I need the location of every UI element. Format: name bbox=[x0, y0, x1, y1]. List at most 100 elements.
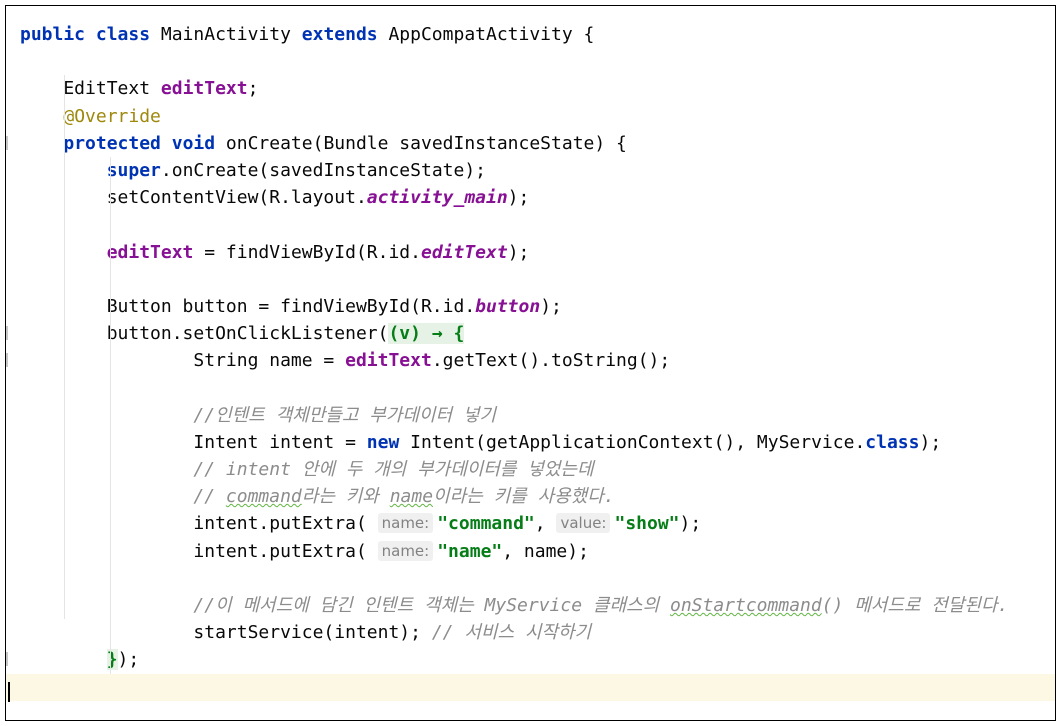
code-editor[interactable]: public class MainActivity extends AppCom… bbox=[5, 5, 1056, 721]
indent-guide bbox=[64, 347, 65, 375]
indent-guide bbox=[64, 483, 65, 511]
code-token: setContentView(R.layout. bbox=[20, 187, 367, 209]
code-token: button bbox=[475, 295, 541, 317]
code-line[interactable]: Button button = findViewById(R.id.button… bbox=[6, 292, 1055, 321]
indent-guide bbox=[64, 320, 65, 348]
code-line[interactable]: editText = findViewById(R.id.editText); bbox=[6, 238, 1055, 266]
code-comment: () 메서드로 전달된다. bbox=[821, 594, 1009, 616]
code-token: Button button = findViewById(R.id. bbox=[20, 295, 476, 317]
fold-marker[interactable] bbox=[6, 652, 8, 667]
code-line[interactable] bbox=[6, 48, 1055, 75]
code-line[interactable]: startService(intent); // 서비스 시작하기 bbox=[6, 619, 1055, 647]
code-line[interactable]: //인텐트 객체만들고 부가데이터 넣기 bbox=[6, 401, 1055, 429]
code-token: editText bbox=[106, 241, 194, 263]
indent-guide bbox=[64, 428, 65, 456]
code-line[interactable]: String name = editText.getText().toStrin… bbox=[6, 347, 1055, 375]
indent-guide bbox=[110, 184, 111, 212]
indent-guide bbox=[64, 537, 65, 565]
code-line[interactable]: EditText editText; bbox=[6, 75, 1055, 103]
code-line[interactable]: // intent 안에 두 개의 부가데이터를 넣었는데 bbox=[6, 456, 1055, 484]
code-token: ); bbox=[919, 431, 942, 453]
indent-guide bbox=[110, 347, 111, 375]
indent-guide bbox=[110, 483, 111, 511]
parameter-hint: name: bbox=[377, 513, 434, 534]
code-line[interactable]: setContentView(R.layout.activity_main); bbox=[6, 184, 1055, 212]
code-token: ); bbox=[507, 241, 530, 263]
code-token: ); bbox=[117, 649, 140, 671]
code-comment: 라는 키와 bbox=[301, 486, 390, 508]
code-line[interactable]: public class MainActivity extends AppCom… bbox=[6, 21, 1055, 48]
code-token: EditText bbox=[20, 78, 161, 100]
code-line[interactable]: protected void onCreate(Bundle savedInst… bbox=[6, 129, 1055, 157]
indent-guide bbox=[110, 401, 111, 429]
code-token: activity_main bbox=[366, 187, 508, 209]
code-token: (v) → { bbox=[388, 323, 465, 345]
code-line[interactable] bbox=[6, 265, 1055, 293]
code-line[interactable]: // command라는 키와 name이라는 키를 사용했다. bbox=[6, 483, 1055, 511]
code-line[interactable]: Intent intent = new Intent(getApplicatio… bbox=[6, 428, 1055, 456]
code-token: "show" bbox=[614, 513, 680, 535]
code-comment: onStartcommand bbox=[669, 594, 822, 616]
indent-guide bbox=[110, 320, 111, 348]
code-line[interactable]: intent.putExtra( name: "command", value: "… bbox=[6, 510, 1055, 538]
indent-guide bbox=[110, 619, 111, 647]
indent-guide bbox=[64, 184, 65, 212]
code-line[interactable] bbox=[6, 374, 1055, 402]
code-comment: command bbox=[225, 486, 302, 508]
code-comment: // intent 안에 두 개의 부가데이터를 넣었는데 bbox=[193, 459, 594, 480]
indent-guide bbox=[110, 211, 111, 239]
code-token: AppCompatActivity { bbox=[377, 24, 595, 45]
indent-guide bbox=[64, 156, 65, 185]
code-line[interactable]: super.onCreate(savedInstanceState); bbox=[6, 156, 1055, 185]
indent-guide bbox=[110, 591, 111, 620]
code-token: "name" bbox=[437, 540, 503, 562]
code-token: editText bbox=[345, 350, 432, 372]
code-line[interactable]: }); bbox=[6, 646, 1055, 674]
code-token: .getText().toString(); bbox=[431, 350, 671, 372]
code-token: ; bbox=[247, 78, 259, 100]
code-token: Intent(getApplicationContext(), MyServic… bbox=[399, 431, 866, 453]
indent-guide bbox=[64, 564, 65, 592]
fold-marker[interactable] bbox=[6, 353, 8, 368]
parameter-hint: value: bbox=[556, 513, 611, 534]
code-token: , name); bbox=[502, 540, 589, 562]
code-token: class bbox=[865, 431, 920, 453]
code-token: protected void bbox=[63, 132, 216, 154]
code-line[interactable]: @Override bbox=[6, 102, 1055, 130]
fold-marker[interactable] bbox=[6, 135, 8, 150]
indent-guide bbox=[64, 292, 65, 321]
code-line[interactable]: //이 메서드에 담긴 인텐트 객체는 MyService 클래스의 onSta… bbox=[6, 591, 1055, 620]
code-comment: 이라는 키를 사용했다. bbox=[433, 486, 615, 508]
indent-guide bbox=[110, 564, 111, 592]
indent-guide bbox=[110, 510, 111, 538]
code-comment: // 서비스 시작하기 bbox=[431, 622, 592, 644]
code-token: @Override bbox=[63, 105, 161, 127]
code-line[interactable] bbox=[6, 564, 1055, 592]
code-token: editText bbox=[420, 241, 508, 263]
fold-marker[interactable] bbox=[6, 326, 8, 341]
indent-guide bbox=[110, 428, 111, 456]
indent-guide bbox=[64, 238, 65, 266]
indent-guide bbox=[64, 129, 65, 157]
code-lines: public class MainActivity extends AppCom… bbox=[6, 21, 1055, 702]
indent-guide bbox=[110, 292, 111, 321]
code-line[interactable] bbox=[6, 211, 1055, 239]
code-comment: //인텐트 객체만들고 부가데이터 넣기 bbox=[193, 404, 496, 426]
code-comment: // bbox=[193, 486, 226, 508]
indent-guide bbox=[64, 456, 65, 484]
code-token: new bbox=[366, 431, 400, 453]
code-token: , bbox=[534, 513, 557, 535]
code-token: String name = bbox=[20, 350, 346, 372]
code-token: Intent intent = bbox=[20, 431, 367, 453]
indent-guide bbox=[110, 265, 111, 293]
indent-guide bbox=[64, 211, 65, 239]
code-line[interactable]: button.setOnClickListener((v) → { bbox=[6, 320, 1055, 348]
code-token: "command" bbox=[437, 513, 535, 535]
code-line[interactable]: intent.putExtra( name: "name", name); bbox=[6, 537, 1055, 565]
code-line[interactable] bbox=[6, 673, 1055, 702]
code-token: } bbox=[106, 649, 118, 671]
